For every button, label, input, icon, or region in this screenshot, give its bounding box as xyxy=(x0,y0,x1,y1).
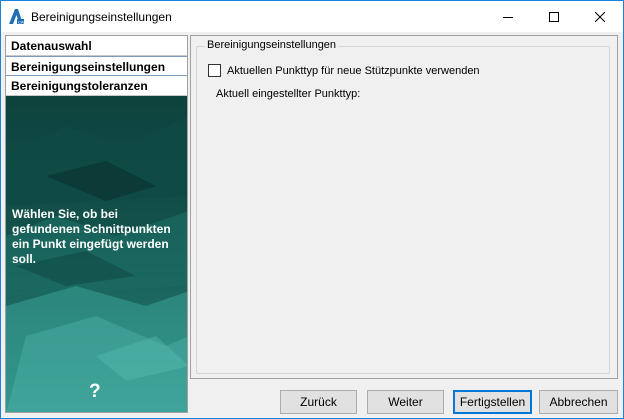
close-icon xyxy=(595,11,605,22)
groupbox-title: Bereinigungseinstellungen xyxy=(205,39,339,51)
back-button[interactable]: Zurück xyxy=(280,390,357,414)
minimize-icon xyxy=(503,16,513,18)
use-current-point-type-option[interactable]: Aktuellen Punkttyp für neue Stützpunkte … xyxy=(208,64,480,77)
wizard-step-list: Datenauswahl Bereinigungseinstellungen B… xyxy=(6,36,187,96)
step-hint-text: Wählen Sie, ob bei gefundenen Schnittpun… xyxy=(12,207,171,266)
checkbox-label[interactable]: Aktuellen Punkttyp für neue Stützpunkte … xyxy=(227,65,480,77)
cancel-button[interactable]: Abbrechen xyxy=(539,390,618,414)
finish-button[interactable]: Fertigstellen xyxy=(453,390,532,414)
app-logo-icon: CAD xyxy=(8,8,27,25)
settings-groupbox: Bereinigungseinstellungen Aktuellen Punk… xyxy=(196,39,610,374)
step-item-bereinigungstoleranzen[interactable]: Bereinigungstoleranzen xyxy=(6,76,187,96)
next-button[interactable]: Weiter xyxy=(367,390,444,414)
settings-panel: Bereinigungseinstellungen Aktuellen Punk… xyxy=(190,35,618,379)
use-current-point-type-checkbox[interactable] xyxy=(208,64,221,77)
window-title: Bereinigungseinstellungen xyxy=(31,10,172,24)
step-item-datenauswahl[interactable]: Datenauswahl xyxy=(6,36,187,56)
step-item-bereinigungseinstellungen[interactable]: Bereinigungseinstellungen xyxy=(6,56,187,76)
help-question-icon[interactable]: ? xyxy=(89,381,101,403)
wizard-side-panel: Datenauswahl Bereinigungseinstellungen B… xyxy=(5,35,188,413)
maximize-button[interactable] xyxy=(531,1,577,32)
wizard-window: CAD Bereinigungseinstellungen xyxy=(0,0,624,419)
svg-text:CAD: CAD xyxy=(18,20,24,25)
title-bar[interactable]: CAD Bereinigungseinstellungen xyxy=(1,1,623,32)
current-point-type-label: Aktuell eingestellter Punkttyp: xyxy=(216,88,361,100)
minimize-button[interactable] xyxy=(485,1,531,32)
maximize-icon xyxy=(549,11,559,22)
close-button[interactable] xyxy=(577,1,623,32)
